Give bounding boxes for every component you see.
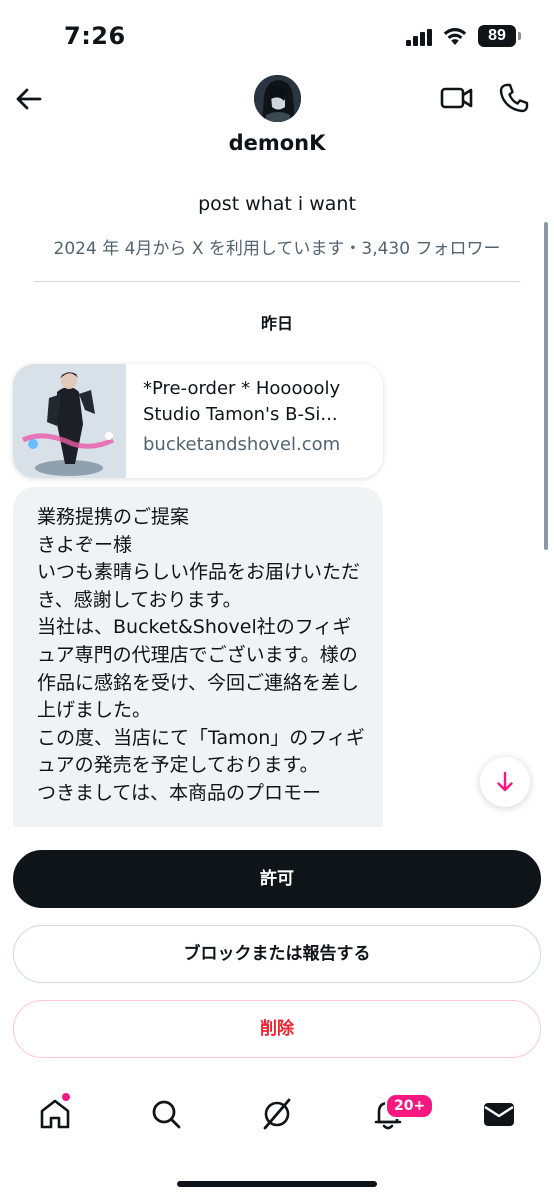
link-title-line: *Pre-order * Hoooooly — [143, 378, 341, 399]
delete-button[interactable]: 削除 — [13, 1000, 541, 1058]
conversation-header: demonK — [0, 70, 554, 170]
home-unread-dot — [62, 1093, 70, 1101]
date-separator: 昨日 — [260, 314, 293, 333]
conversation-name[interactable]: demonK — [0, 131, 554, 155]
video-camera-icon[interactable] — [440, 84, 474, 112]
battery-icon: 89 — [478, 25, 522, 47]
divider — [34, 281, 520, 282]
link-preview-card[interactable]: *Pre-order * Hoooooly Studio Tamon's B-S… — [13, 364, 383, 478]
message-text: 業務提携のご提案 きよぞー様 いつも素晴らしい作品をお届けいただき、感謝しており… — [37, 506, 365, 804]
arrow-down-icon — [497, 771, 513, 792]
block-or-report-button[interactable]: ブロックまたは報告する — [13, 925, 541, 983]
allow-button[interactable]: 許可 — [13, 850, 541, 908]
scroll-to-bottom-button[interactable] — [480, 757, 530, 807]
home-indicator[interactable] — [177, 1181, 377, 1187]
notification-badge: 20+ — [385, 1093, 435, 1119]
search-icon[interactable] — [148, 1096, 184, 1132]
home-icon[interactable] — [37, 1096, 73, 1132]
link-title: *Pre-order * Hoooooly Studio Tamon's B-S… — [143, 376, 373, 428]
arrow-left-icon[interactable] — [14, 84, 44, 114]
profile-meta: 2024 年 4月から X を利用しています・3,430 フォロワー — [53, 239, 501, 259]
link-title-line: Studio Tamon's B-Si... — [143, 404, 338, 425]
link-thumbnail — [13, 364, 126, 478]
status-time: 7:26 — [64, 22, 126, 50]
scrollbar[interactable] — [544, 222, 548, 550]
wifi-icon — [443, 28, 467, 45]
battery-level: 89 — [478, 25, 516, 47]
avatar[interactable] — [254, 75, 301, 122]
grok-icon[interactable] — [259, 1096, 295, 1132]
cellular-signal-icon — [406, 29, 432, 46]
phone-icon[interactable] — [498, 82, 530, 114]
profile-bio: post what i want — [198, 193, 356, 215]
status-bar: 7:26 89 — [0, 0, 554, 70]
mail-icon[interactable] — [481, 1096, 517, 1132]
link-domain: bucketandshovel.com — [143, 434, 341, 455]
message-bubble: 業務提携のご提案 きよぞー様 いつも素晴らしい作品をお届けいただき、感謝しており… — [13, 487, 383, 827]
